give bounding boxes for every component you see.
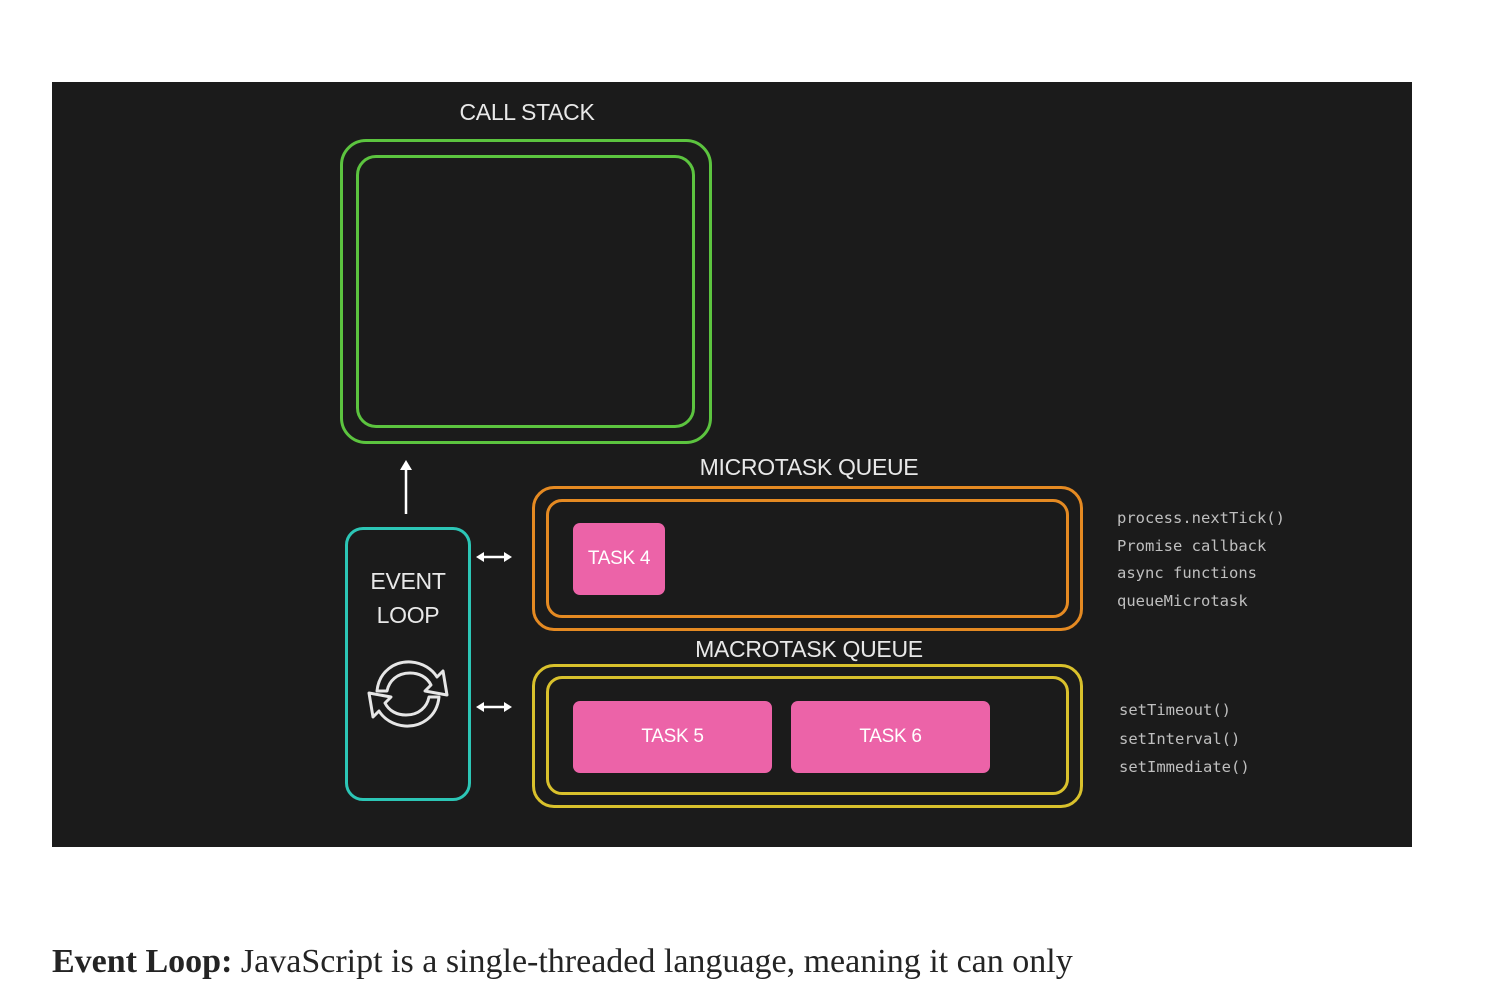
arrow-up-icon — [400, 460, 412, 514]
paragraph-term: Event Loop: — [52, 943, 233, 980]
double-arrow-icon — [476, 702, 512, 712]
microtask-api-item: Promise callback — [1117, 536, 1267, 555]
macrotask-task: TASK 6 — [791, 701, 990, 773]
macrotask-api-item: setImmediate() — [1119, 758, 1250, 776]
article-paragraph: Event Loop: JavaScript is a single-threa… — [52, 938, 1073, 986]
paragraph-text: JavaScript is a single-threaded language… — [232, 943, 1073, 980]
microtask-api-item: queueMicrotask — [1117, 591, 1248, 610]
refresh-cycle-icon — [367, 660, 449, 728]
microtask-api-item: async functions — [1117, 564, 1257, 582]
event-loop-diagram: CALL STACK EVENT LOOP MICROTASK QUEUE TA… — [52, 82, 1412, 847]
macrotask-api-item: setInterval() — [1119, 729, 1241, 748]
macrotask-api-item: setTimeout() — [1119, 701, 1231, 719]
microtask-task: TASK 4 — [573, 523, 665, 595]
event-loop-label-line1: EVENT — [370, 568, 446, 594]
macrotask-api-list: setTimeout() setInterval() setImmediate(… — [1119, 696, 1250, 782]
macrotask-task: TASK 5 — [573, 701, 772, 773]
call-stack-inner-box — [356, 155, 695, 428]
microtask-api-list: process.nextTick() Promise callback asyn… — [1117, 505, 1285, 615]
event-loop-label-line2: LOOP — [376, 602, 440, 628]
call-stack-title: CALL STACK — [459, 99, 595, 125]
double-arrow-icon — [476, 552, 512, 562]
macrotask-queue-title: MACROTASK QUEUE — [695, 636, 923, 662]
microtask-queue-title: MICROTASK QUEUE — [699, 454, 919, 480]
microtask-api-item: process.nextTick() — [1117, 509, 1285, 527]
